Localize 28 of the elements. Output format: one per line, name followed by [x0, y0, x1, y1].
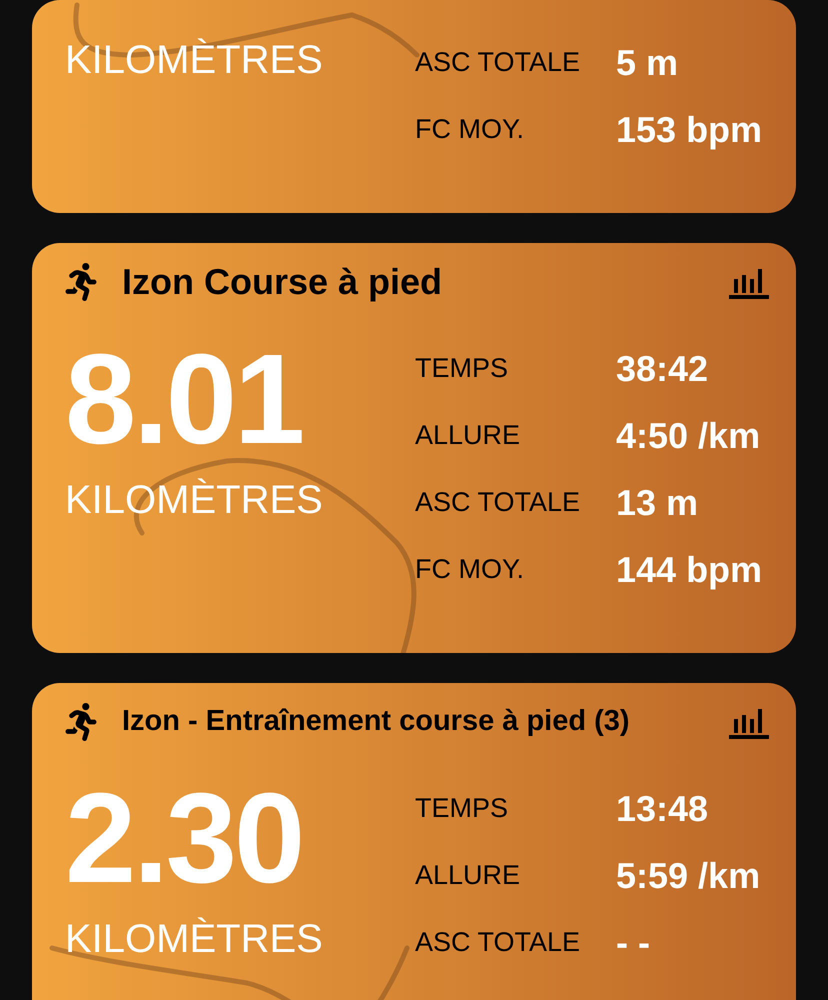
- stat-value: 4:50 /km: [616, 414, 760, 458]
- activity-card[interactable]: Izon - Entraînement course à pied (3) 2.30 KILOMÈTRES TEMPS 13:48 ALLURE 5:59 /km ASC TOTALE - -: [32, 683, 796, 1000]
- stat-label: TEMPS: [415, 792, 508, 826]
- stat-value: 38:42: [616, 346, 708, 390]
- stat-value: 5:59 /km: [616, 854, 760, 898]
- stat-value: 153 bpm: [616, 108, 762, 152]
- stat-value: 13 m: [616, 480, 698, 524]
- distance-value: 2.30: [65, 775, 302, 903]
- distance-unit: KILOMÈTRES: [65, 916, 323, 963]
- stat-label: ALLURE: [415, 859, 520, 892]
- stat-label: ASC TOTALE: [415, 926, 580, 960]
- stat-label: ASC TOTALE: [415, 46, 580, 80]
- distance-value: 8.01: [65, 336, 302, 464]
- stat-label: TEMPS: [415, 352, 508, 386]
- stat-value: 13:48: [616, 786, 708, 830]
- stat-label: FC MOY.: [415, 553, 524, 586]
- stat-value: 144 bpm: [616, 548, 762, 592]
- activity-title: Izon - Entraînement course à pied (3): [122, 704, 631, 740]
- stat-label: FC MOY.: [415, 113, 524, 146]
- stat-value: - -: [616, 920, 650, 964]
- activity-card[interactable]: KILOMÈTRES ASC TOTALE 5 m FC MOY. 153 bpm: [32, 0, 796, 213]
- activity-title: Izon Course à pied: [122, 260, 444, 304]
- stat-label: ALLURE: [415, 419, 520, 452]
- activity-card[interactable]: Izon Course à pied 8.01 KILOMÈTRES TEMPS 38:42 ALLURE 4:50 /km ASC TOTALE 13 m FC MOY. 144 bpm: [32, 243, 796, 653]
- stat-value: 5 m: [616, 40, 678, 84]
- stat-label: ASC TOTALE: [415, 486, 580, 520]
- distance-unit: KILOMÈTRES: [65, 477, 323, 524]
- distance-unit: KILOMÈTRES: [65, 37, 323, 84]
